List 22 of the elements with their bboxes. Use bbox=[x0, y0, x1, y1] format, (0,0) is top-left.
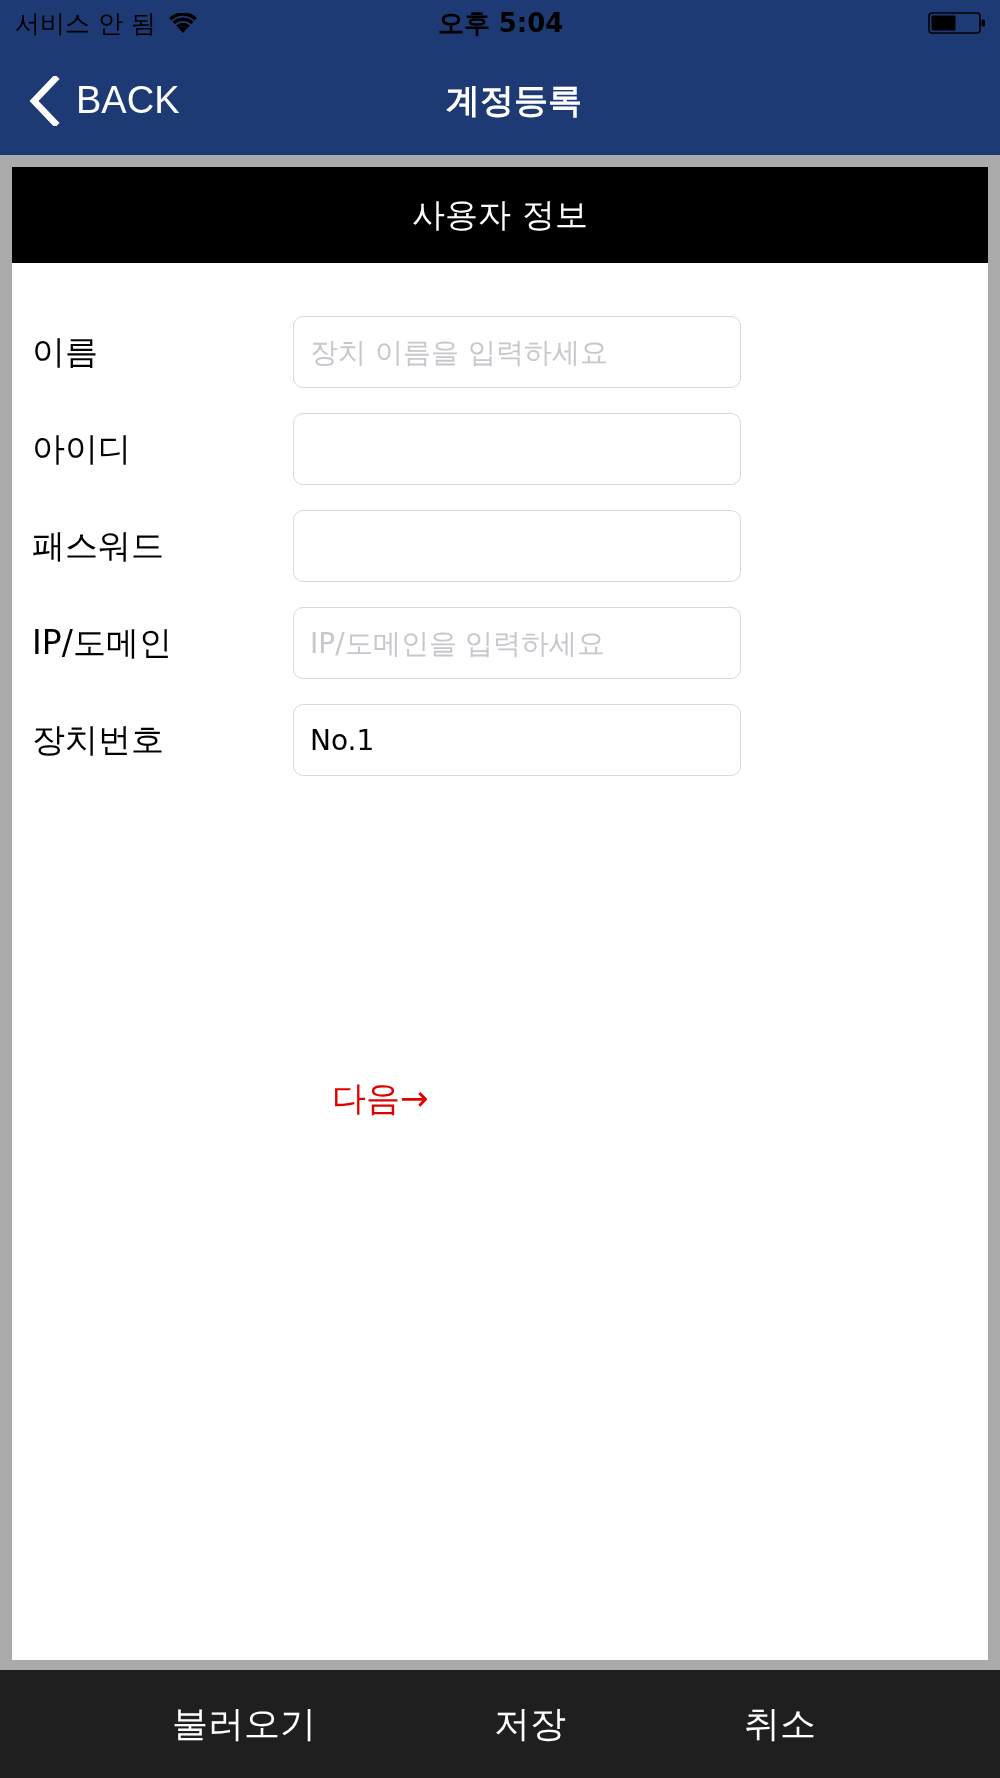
status-time: 오후 5:04 bbox=[437, 6, 564, 40]
toolbar-button[interactable]: 취소 bbox=[724, 1689, 836, 1759]
section-header: 사용자 정보 bbox=[12, 167, 988, 263]
wifi-icon bbox=[168, 13, 197, 33]
toolbar-button[interactable]: 저장 bbox=[474, 1689, 586, 1759]
back-button[interactable]: BACK bbox=[28, 75, 180, 126]
input-field[interactable] bbox=[293, 510, 741, 582]
field-label: 이름 bbox=[32, 330, 99, 373]
screen-title: 계정등록 bbox=[446, 78, 582, 122]
input-field[interactable]: 장치 이름을 입력하세요 bbox=[293, 316, 741, 388]
battery-icon bbox=[928, 12, 986, 34]
field-label: IP/도메인 bbox=[32, 621, 173, 664]
input-field[interactable] bbox=[293, 413, 741, 485]
field-label: 장치번호 bbox=[32, 718, 165, 761]
next-link[interactable]: 다음→ bbox=[332, 1076, 429, 1122]
chevron-left-icon bbox=[28, 75, 60, 126]
field-label: 아이디 bbox=[32, 427, 132, 470]
carrier-name: 서비스 안 됨 bbox=[15, 7, 156, 40]
input-field[interactable]: No.1 bbox=[293, 704, 741, 776]
field-label: 패스워드 bbox=[32, 524, 165, 567]
input-field[interactable]: IP/도메인을 입력하세요 bbox=[293, 607, 741, 679]
toolbar-button[interactable]: 불러오기 bbox=[152, 1689, 336, 1759]
